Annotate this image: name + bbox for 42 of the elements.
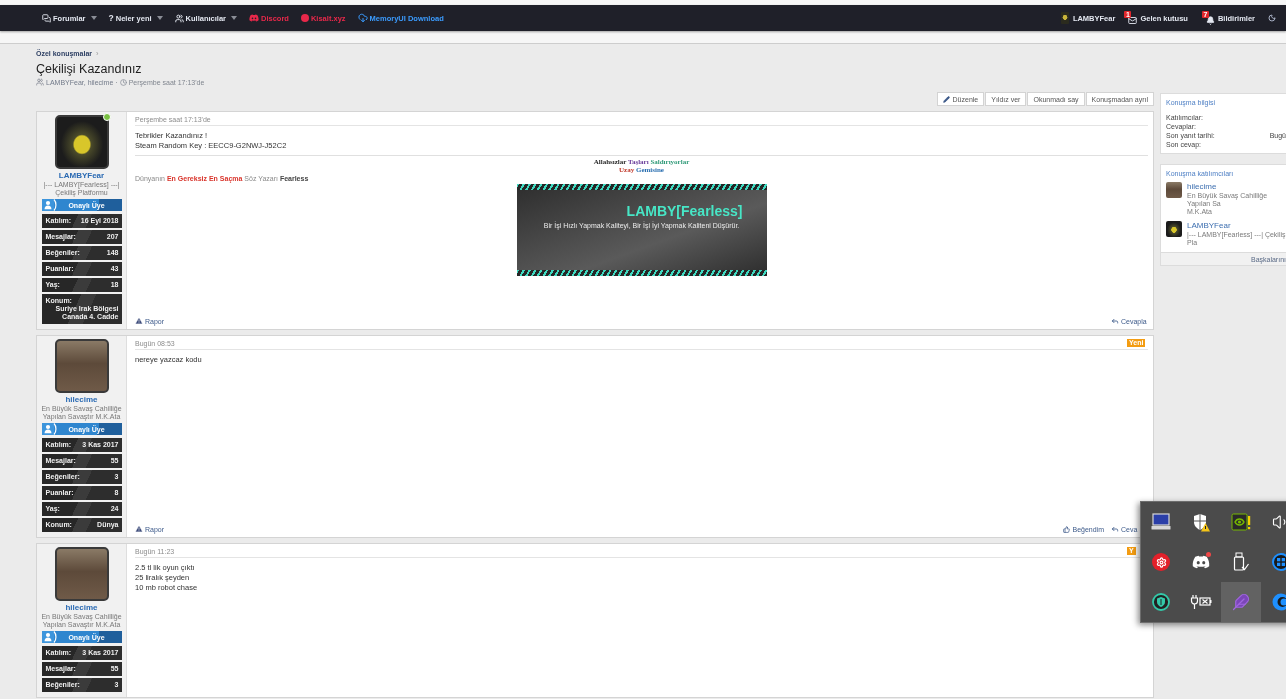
reply-arrow-icon (1111, 317, 1119, 325)
moon-icon (1268, 14, 1276, 22)
shield-icon (1152, 593, 1170, 611)
users-icon (36, 78, 44, 86)
avatar-placeholder (1166, 182, 1182, 198)
envelope-icon (1128, 16, 1138, 25)
author-name[interactable]: hilecime (65, 395, 98, 404)
bell-icon (1205, 16, 1215, 25)
users-icon (174, 13, 184, 23)
laptop-icon (1151, 513, 1171, 531)
game-controller-icon (249, 14, 259, 22)
clock-icon (119, 78, 127, 86)
shield-warning-icon (1192, 512, 1210, 532)
chat-bubbles-icon (42, 13, 51, 23)
game-controller-icon (1191, 554, 1211, 570)
warning-icon (135, 317, 143, 325)
warning-icon (135, 525, 143, 533)
user-badge-icon (41, 199, 58, 211)
pencil-icon (942, 95, 950, 103)
usb-drive-icon (1233, 552, 1249, 572)
power-plug-icon (1190, 594, 1212, 610)
avatar-placeholder (1060, 12, 1069, 24)
author-name[interactable]: LAMBYFear (58, 171, 105, 180)
disc-icon (300, 14, 309, 22)
participant-name[interactable]: hilecime (1187, 182, 1286, 192)
gear-icon (1152, 553, 1170, 571)
conversation-title: Çekilişi Kazandınız (36, 61, 143, 77)
author-name[interactable]: hilecime (65, 603, 98, 612)
theme-toggle-button[interactable] (1268, 14, 1276, 22)
banner-title: LAMBY[Fearless] (626, 203, 743, 219)
participant-name[interactable]: LAMBYFear (1187, 221, 1286, 231)
user-badge-icon (41, 423, 58, 435)
reply-arrow-icon (1111, 525, 1119, 533)
thumbs-up-icon (1063, 525, 1071, 533)
app-warning-icon (1231, 513, 1251, 531)
user-badge-icon (41, 631, 58, 643)
cloud-download-icon (357, 13, 368, 23)
feather-icon (1232, 593, 1250, 611)
avatar-placeholder (1166, 221, 1182, 237)
ring-icon (1272, 593, 1286, 611)
speaker-icon (1272, 513, 1286, 531)
question-mark-icon: ? (108, 13, 114, 23)
